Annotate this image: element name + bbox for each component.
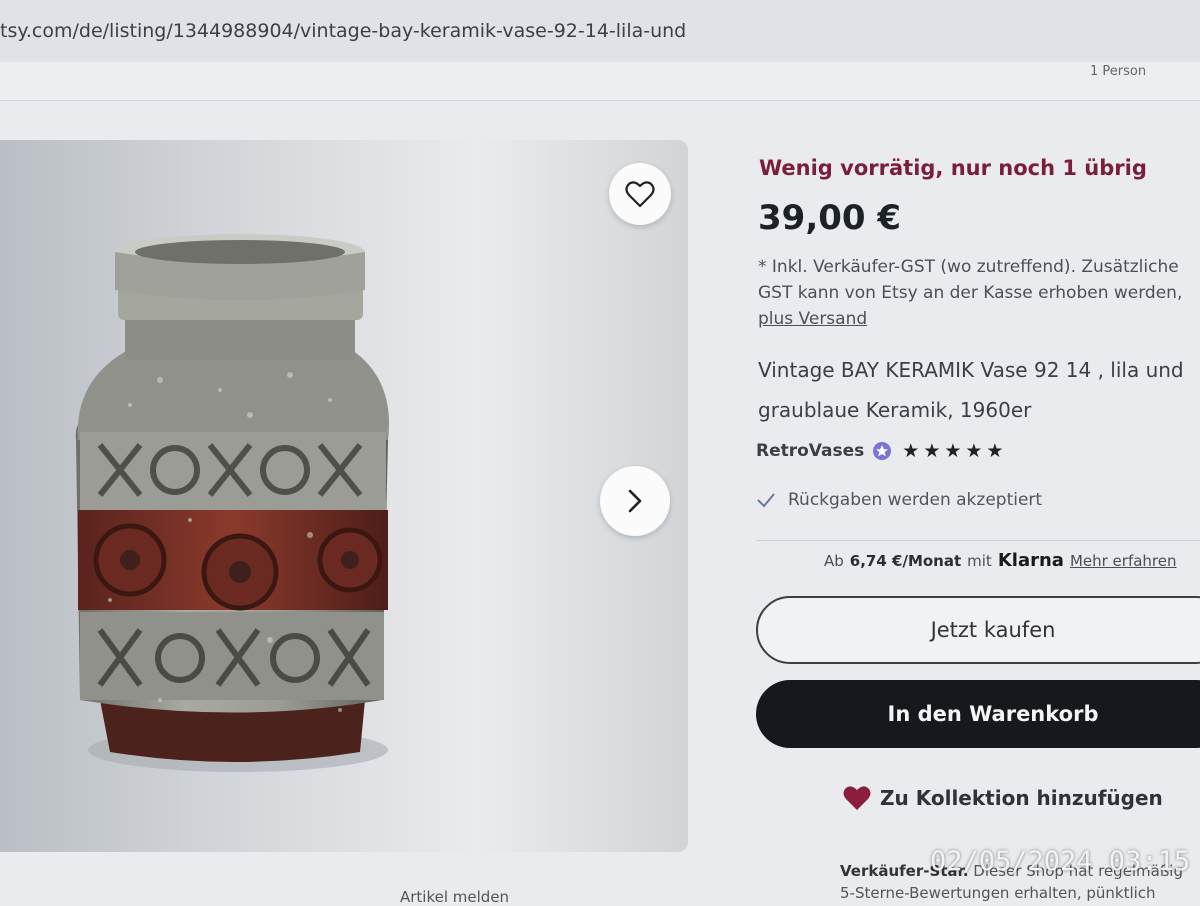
add-to-collection-button[interactable]: Zu Kollektion hinzufügen xyxy=(842,784,1163,812)
report-item-link[interactable]: Artikel melden xyxy=(400,888,509,906)
klarna-prefix: Ab xyxy=(824,552,844,570)
top-strip: 1 Person xyxy=(0,62,1200,101)
tax-note: * Inkl. Verkäufer-GST (wo zutreffend). Z… xyxy=(758,254,1200,332)
top-strip-text: 1 Person xyxy=(1090,64,1147,79)
klarna-learn-more-link[interactable]: Mehr erfahren xyxy=(1070,552,1177,570)
returns-row: Rückgaben werden akzeptiert xyxy=(756,490,1042,510)
klarna-amount: 6,74 €/Monat xyxy=(849,552,962,570)
heart-outline-icon xyxy=(625,181,655,208)
add-to-collection-label: Zu Kollektion hinzufügen xyxy=(880,786,1163,810)
check-icon xyxy=(757,493,775,508)
stock-notice: Wenig vorrätig, nur noch 1 übrig xyxy=(759,156,1147,180)
photo-timestamp: 02/05/2024 03:15 xyxy=(930,846,1191,877)
chevron-right-icon xyxy=(628,489,642,513)
star-seller-badge-icon xyxy=(873,442,892,460)
price: 39,00 € xyxy=(758,198,902,238)
shop-row: RetroVases ★★★★★ xyxy=(756,438,1007,464)
browser-address-bar[interactable]: tsy.com/de/listing/1344988904/vintage-ba… xyxy=(0,0,1200,63)
next-image-button[interactable] xyxy=(600,466,670,536)
url-text[interactable]: tsy.com/de/listing/1344988904/vintage-ba… xyxy=(0,20,686,42)
returns-text: Rückgaben werden akzeptiert xyxy=(788,490,1043,510)
rating-stars[interactable]: ★★★★★ xyxy=(902,440,1007,462)
klarna-with: mit xyxy=(967,552,992,570)
divider xyxy=(756,540,1200,541)
product-image[interactable] xyxy=(0,140,688,852)
klarna-logo: Klarna xyxy=(997,550,1064,571)
add-to-cart-button[interactable]: In den Warenkorb xyxy=(756,680,1200,748)
heart-filled-icon xyxy=(843,786,871,810)
shipping-link[interactable]: plus Versand xyxy=(758,309,867,329)
seller-note-line2: 5-Sterne-Bewertungen erhalten, pünktlich xyxy=(840,884,1156,902)
vase-photo xyxy=(75,234,389,772)
favorite-button[interactable] xyxy=(609,163,671,225)
listing-title: Vintage BAY KERAMIK Vase 92 14 , lila un… xyxy=(758,358,1184,422)
tax-note-text: * Inkl. Verkäufer-GST (wo zutreffend). Z… xyxy=(758,257,1183,303)
klarna-row: Ab 6,74 €/Monat mit Klarna Mehr erfahren xyxy=(824,550,1177,571)
buy-now-button[interactable]: Jetzt kaufen xyxy=(756,596,1200,664)
shop-name[interactable]: RetroVases xyxy=(756,441,864,461)
